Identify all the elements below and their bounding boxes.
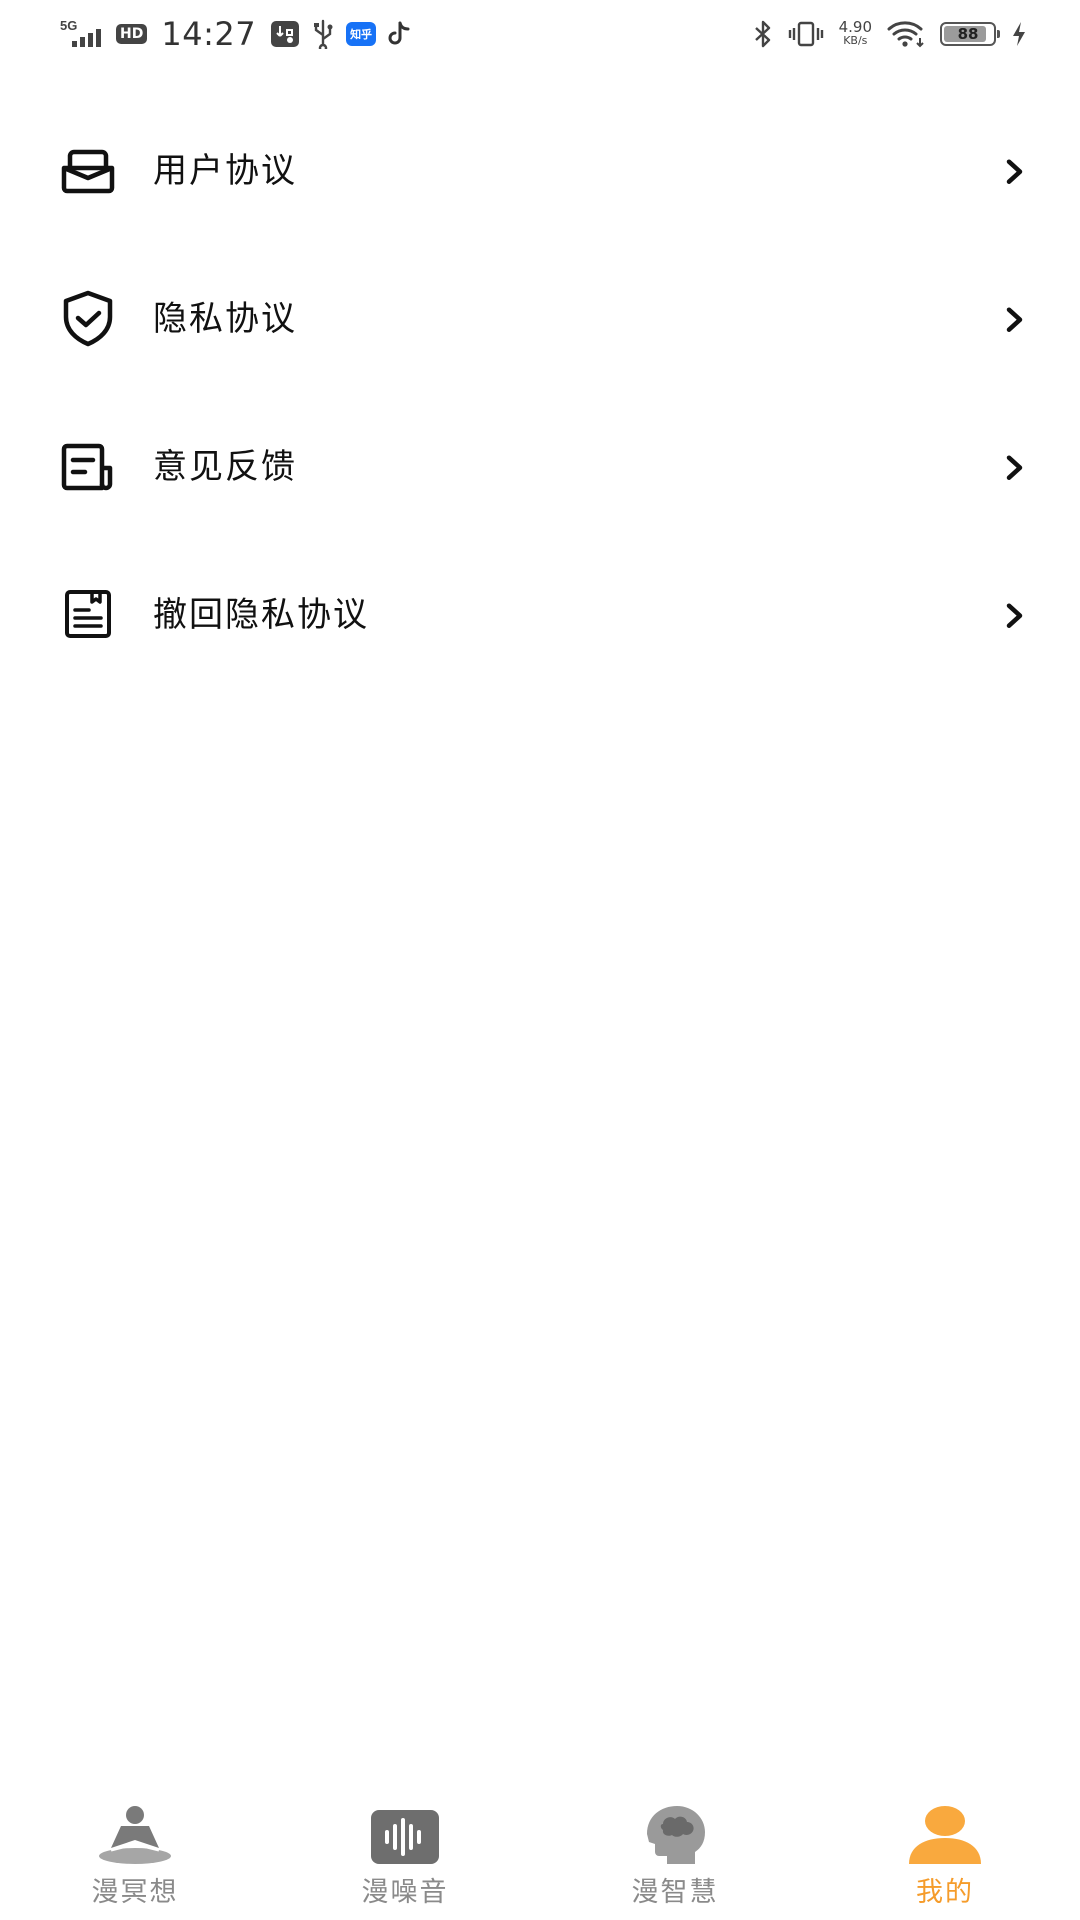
charging-icon — [1010, 20, 1028, 48]
chevron-right-icon — [1000, 155, 1030, 189]
network-speed: 4.90 KB/s — [838, 18, 872, 48]
hd-badge: HD — [116, 24, 148, 44]
tab-noise[interactable]: 漫噪音 — [270, 1800, 540, 1920]
tab-label: 漫冥想 — [91, 1877, 179, 1908]
tab-meditation[interactable]: 漫冥想 — [0, 1800, 270, 1920]
document-icon — [56, 582, 120, 646]
network-speed-value: 4.90 — [838, 18, 872, 36]
network-speed-unit: KB/s — [843, 34, 868, 47]
settings-item-label: 意见反馈 — [153, 447, 297, 488]
zhihu-app-icon: 知乎 — [346, 22, 377, 46]
network-type: 5G — [60, 19, 77, 33]
usb-debug-icon — [270, 20, 300, 48]
vibrate-icon — [787, 20, 825, 48]
tab-label: 漫噪音 — [361, 1877, 449, 1908]
settings-item-revoke-privacy[interactable]: 撤回隐私协议 — [0, 540, 1080, 688]
status-bar: 5G HD 14:27 知乎 4.90 KB/s 88 — [0, 0, 1080, 66]
status-time: 14:27 — [161, 15, 257, 53]
status-bar-right: 4.90 KB/s 88 — [753, 14, 1028, 54]
bluetooth-icon — [753, 20, 773, 48]
brain-head-icon — [635, 1800, 715, 1866]
bottom-tab-bar: 漫冥想 漫噪音 漫智慧 我的 — [0, 1800, 1080, 1920]
chevron-right-icon — [1000, 451, 1030, 485]
shield-check-icon — [56, 286, 120, 350]
cellular-signal-icon: 5G — [60, 19, 106, 49]
settings-item-label: 隐私协议 — [153, 299, 297, 340]
profile-icon — [905, 1800, 985, 1866]
chevron-right-icon — [1000, 599, 1030, 633]
settings-list: 用户协议 隐私协议 意见反馈 撤回隐私协议 — [0, 96, 1080, 688]
settings-item-label: 用户协议 — [153, 151, 297, 192]
battery-level: 88 — [957, 25, 979, 43]
settings-item-feedback[interactable]: 意见反馈 — [0, 392, 1080, 540]
chevron-right-icon — [1000, 303, 1030, 337]
settings-item-label: 撤回隐私协议 — [153, 595, 369, 636]
envelope-tray-icon — [56, 138, 120, 202]
tiktok-icon — [386, 20, 412, 48]
tab-label: 我的 — [916, 1877, 974, 1908]
tab-label: 漫智慧 — [631, 1877, 719, 1908]
wifi-icon — [886, 20, 926, 48]
sound-wave-icon — [365, 1800, 445, 1866]
status-bar-left: 5G HD 14:27 知乎 — [60, 14, 412, 54]
feedback-icon — [56, 434, 120, 498]
settings-item-user-agreement[interactable]: 用户协议 — [0, 96, 1080, 244]
usb-icon — [310, 19, 336, 49]
tab-profile[interactable]: 我的 — [810, 1800, 1080, 1920]
meditation-icon — [95, 1800, 175, 1866]
settings-item-privacy-agreement[interactable]: 隐私协议 — [0, 244, 1080, 392]
tab-wisdom[interactable]: 漫智慧 — [540, 1800, 810, 1920]
battery-indicator: 88 — [940, 22, 1000, 46]
